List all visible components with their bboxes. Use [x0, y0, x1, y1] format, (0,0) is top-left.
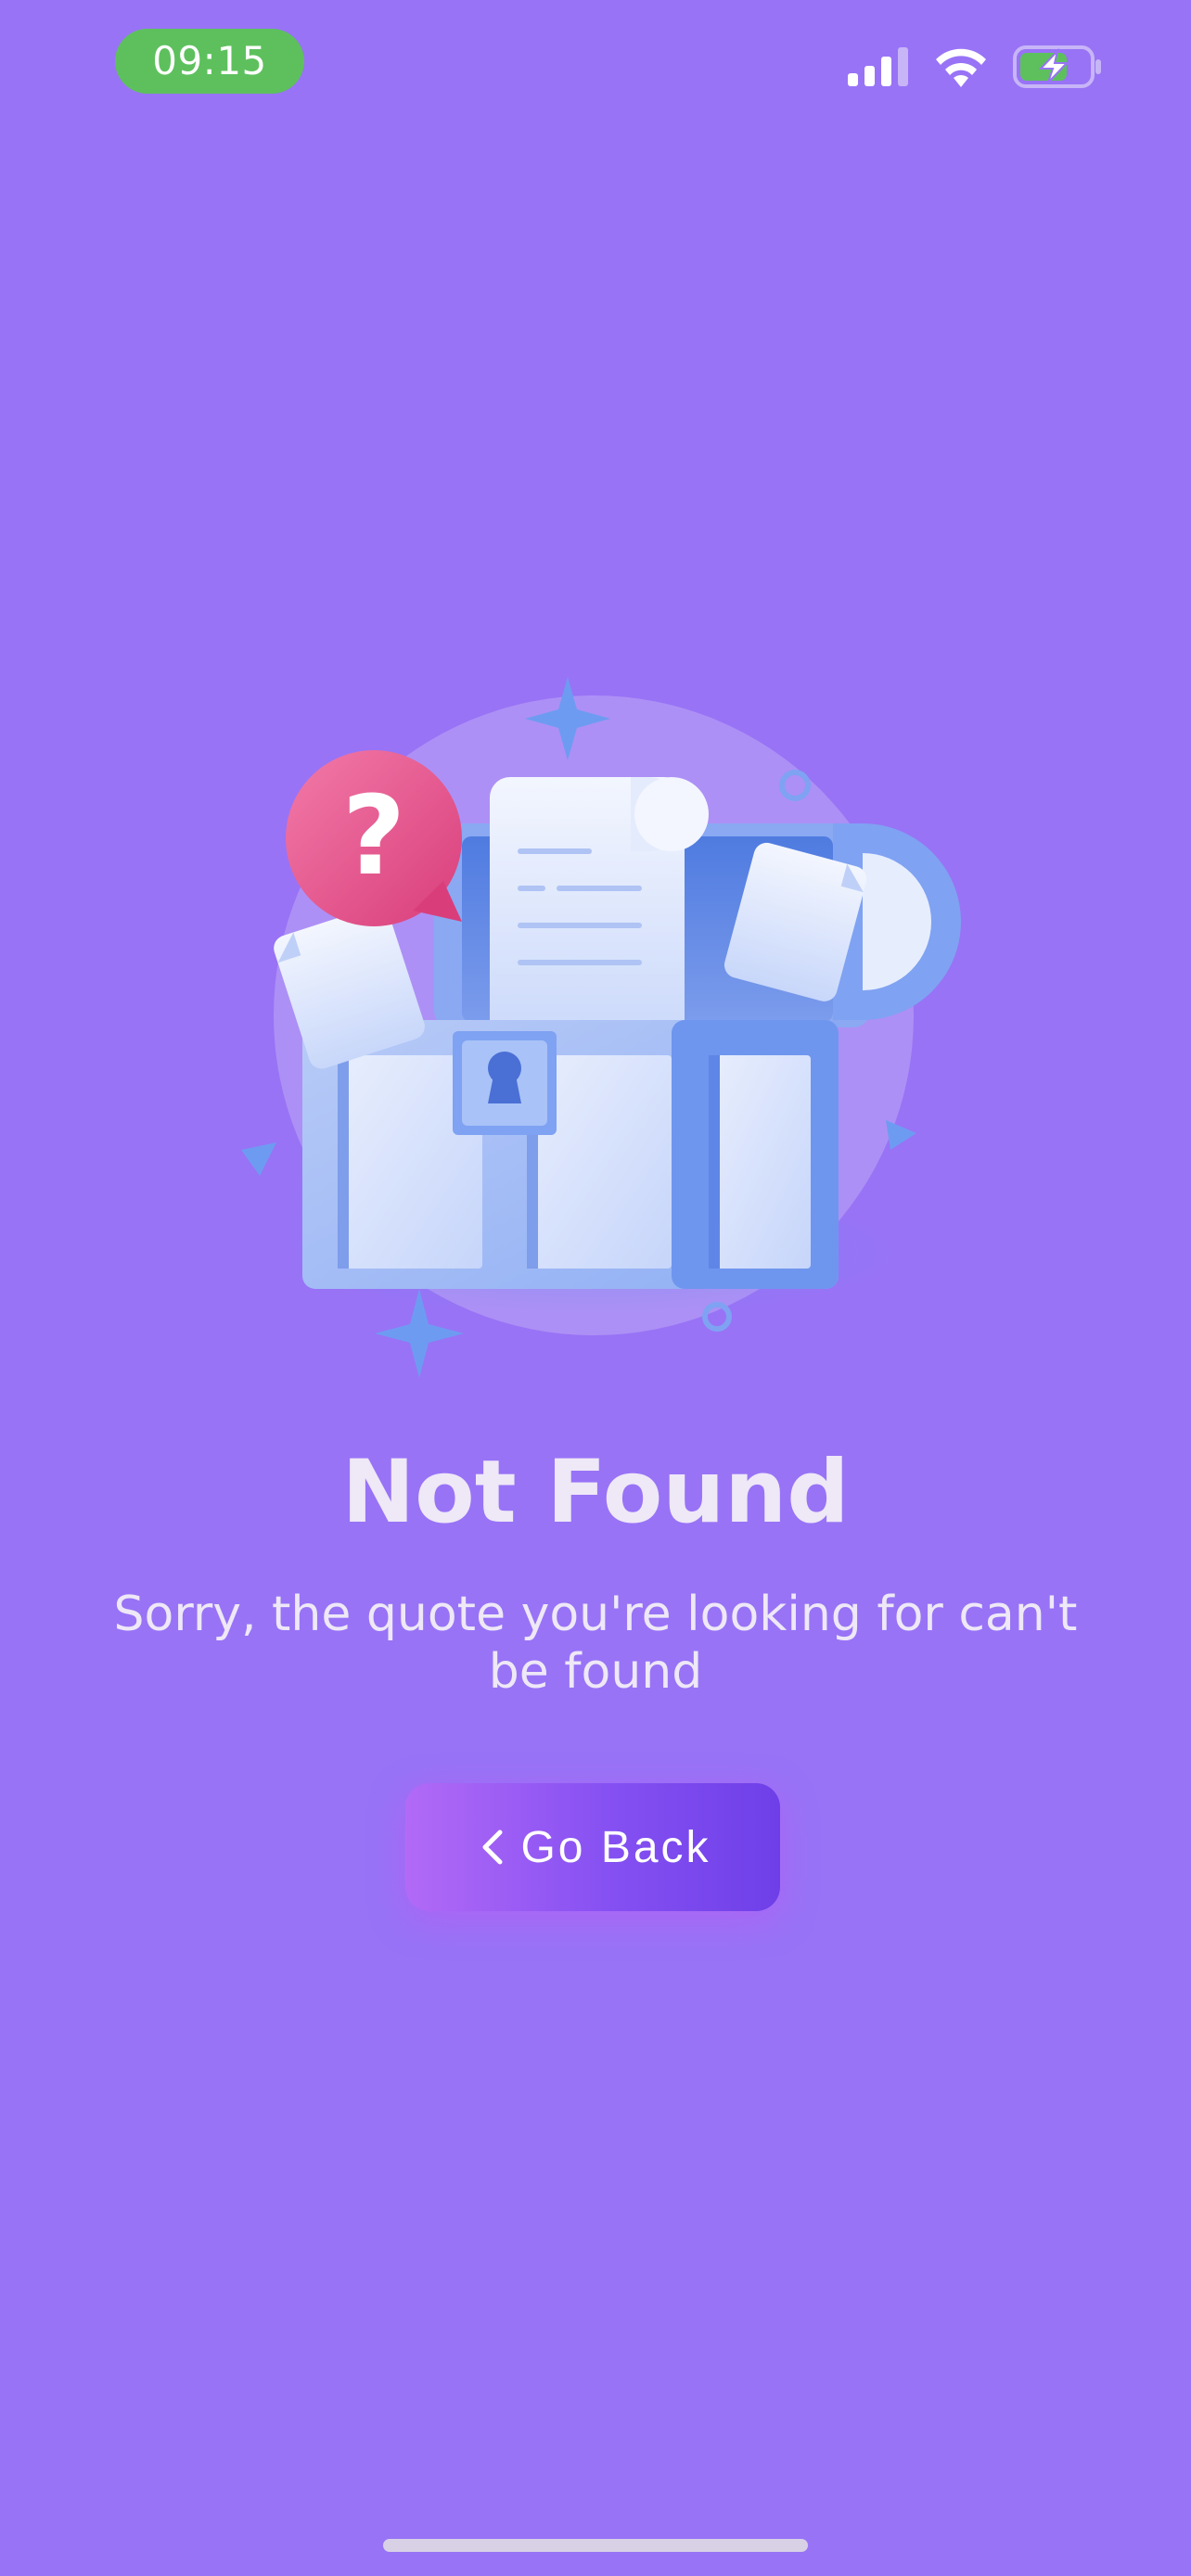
- status-bar: 09:15: [0, 0, 1191, 130]
- home-indicator[interactable]: [383, 2539, 808, 2552]
- page-title: Not Found: [341, 1442, 850, 1543]
- question-mark-text: ?: [342, 772, 405, 899]
- battery-charging-icon: [1013, 45, 1102, 92]
- chevron-left-icon: [474, 1825, 511, 1869]
- status-icons: [848, 41, 1102, 96]
- status-time: 09:15: [115, 29, 304, 94]
- page-subtitle: Sorry, the quote you're looking for can'…: [113, 1587, 1078, 1700]
- go-back-label: Go Back: [520, 1822, 711, 1872]
- cellular-signal-icon: [848, 47, 909, 90]
- wifi-icon: [933, 46, 989, 91]
- go-back-button[interactable]: Go Back: [405, 1783, 780, 1911]
- not-found-illustration: ?: [223, 668, 983, 1382]
